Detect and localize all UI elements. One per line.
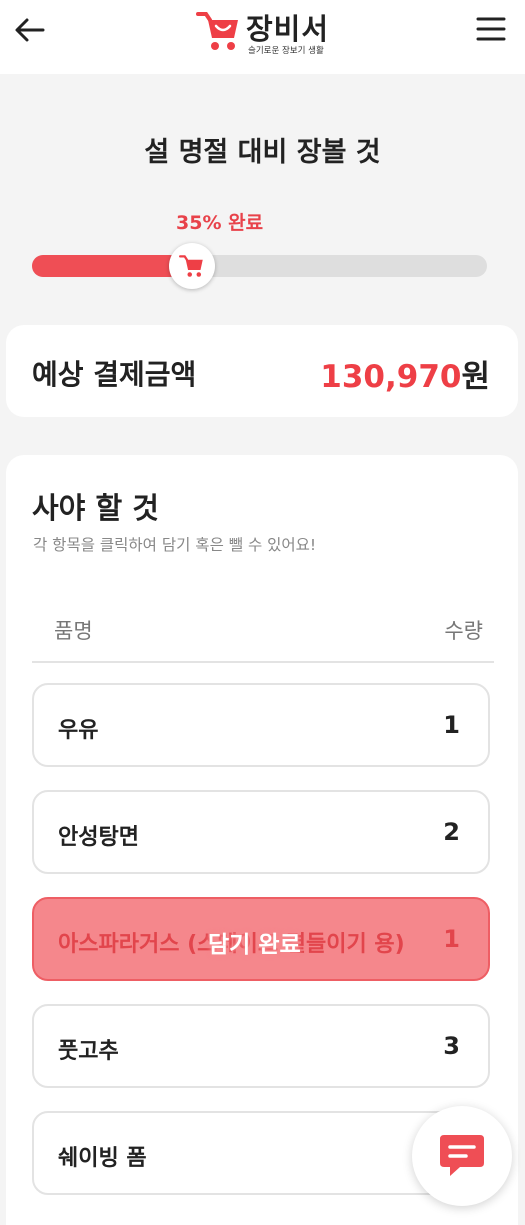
item-qty: 1 — [443, 925, 460, 953]
item-name: 안성탕면 — [58, 825, 139, 850]
list-title: 설 명절 대비 장볼 것 — [138, 130, 387, 169]
payment-label: 예상 결제금액 — [32, 358, 197, 391]
list-item[interactable]: 안성탕면 2 — [32, 790, 490, 874]
list-title-text: 설 명절 대비 장볼 것 — [144, 137, 381, 168]
item-name: 쉐이빙 폼 — [58, 1146, 147, 1171]
app-title: 장비서 — [246, 12, 330, 46]
header-divider — [32, 661, 494, 663]
item-qty: 1 — [443, 711, 460, 739]
item-qty: 3 — [443, 1032, 460, 1060]
item-done-badge: 담기 완료 — [208, 932, 301, 958]
todo-title: 사야 할 것 — [32, 491, 159, 525]
payment-amount: 130,970원 — [320, 351, 490, 396]
payment-currency: 원 — [461, 359, 490, 395]
back-button[interactable] — [12, 12, 48, 48]
item-name: 풋고추 — [58, 1039, 119, 1064]
progress-bar — [32, 255, 487, 277]
shopping-cart-icon — [196, 12, 238, 50]
progress-knob — [169, 243, 215, 289]
column-header-name: 품명 — [54, 619, 93, 643]
menu-button[interactable] — [475, 14, 507, 44]
chat-button[interactable] — [412, 1106, 512, 1206]
chat-bubble-icon — [440, 1135, 484, 1176]
list-item-done[interactable]: 아스파라거스 (스테이크 곁들이기 용) 1 담기 완료 — [32, 897, 490, 981]
shopping-cart-icon — [179, 255, 203, 277]
app-header: 장비서 슬기로운 장보기 생활 — [0, 0, 525, 74]
todo-hint: 각 항목을 클릭하여 담기 혹은 뺄 수 있어요! — [33, 536, 317, 554]
list-item[interactable]: 우유 1 — [32, 683, 490, 767]
list-title-area: 설 명절 대비 장볼 것 — [0, 130, 525, 169]
app-logo[interactable]: 장비서 슬기로운 장보기 생활 — [196, 6, 336, 56]
column-header-qty: 수량 — [444, 619, 483, 643]
payment-amount-value: 130,970 — [320, 359, 462, 395]
hamburger-menu-icon — [476, 17, 506, 41]
list-item[interactable]: 풋고추 3 — [32, 1004, 490, 1088]
progress-label: 35% 완료 — [176, 212, 264, 234]
arrow-left-icon — [15, 18, 45, 42]
payment-card: 예상 결제금액 130,970원 — [6, 325, 518, 417]
progress-fill — [32, 255, 181, 277]
item-qty: 2 — [443, 818, 460, 846]
app-subtitle: 슬기로운 장보기 생활 — [248, 46, 324, 56]
item-name: 우유 — [58, 718, 99, 743]
